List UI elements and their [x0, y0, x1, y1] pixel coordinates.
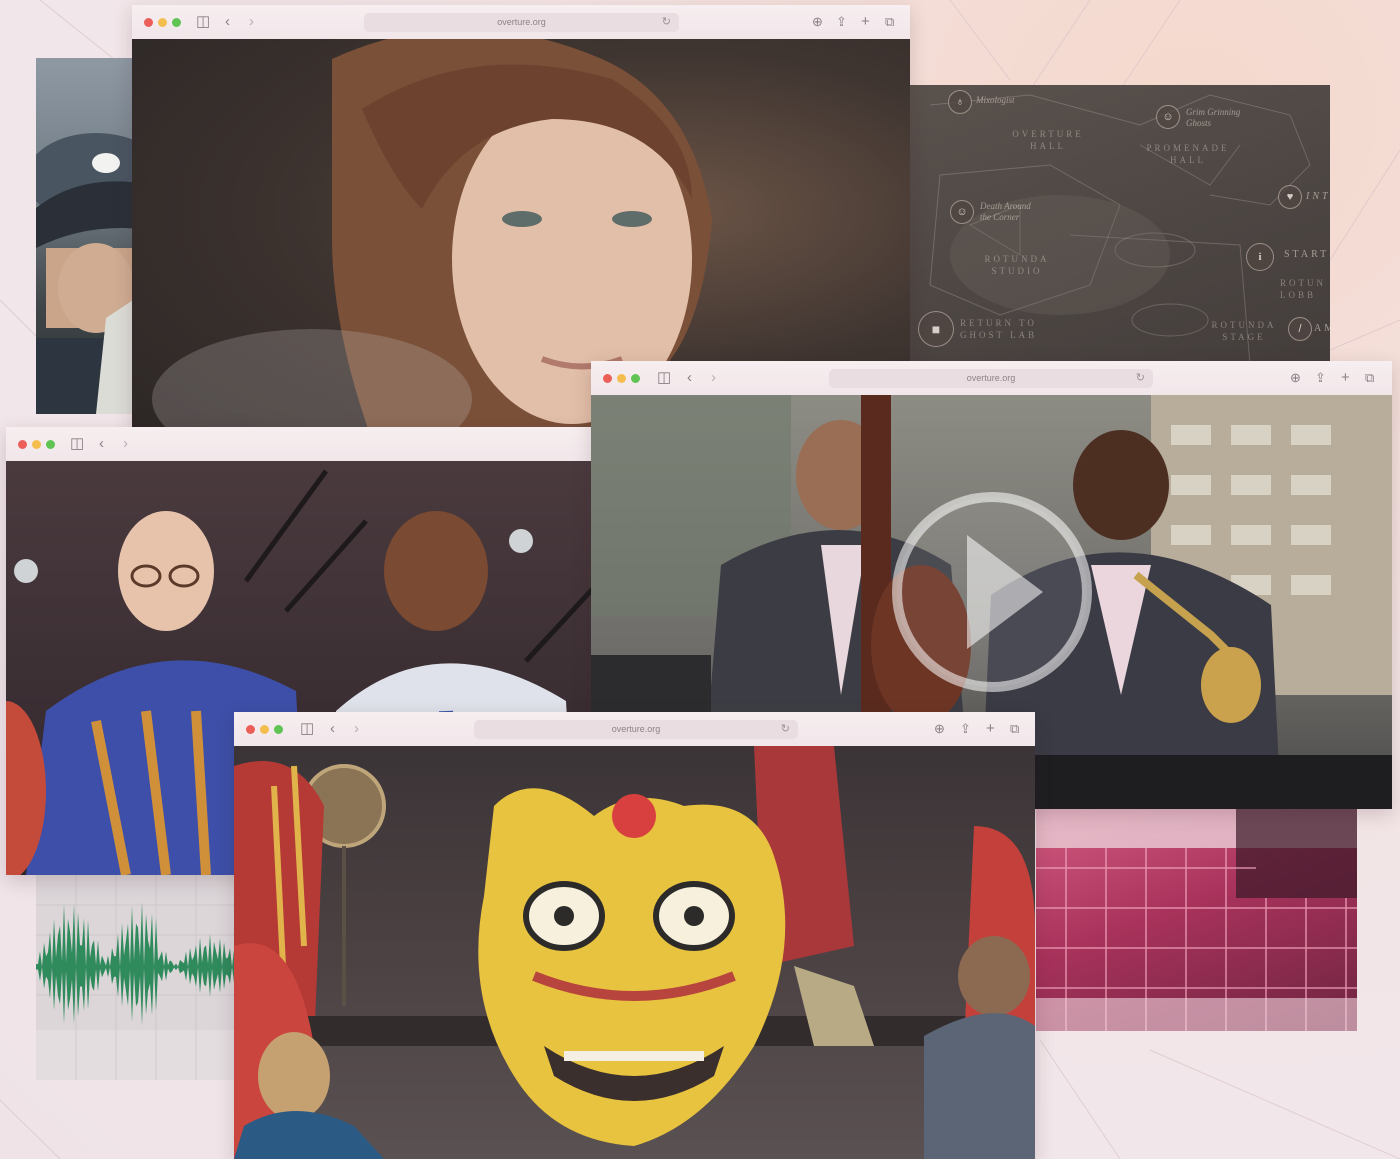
tabs-overview-icon[interactable]: ⧉	[1010, 720, 1019, 738]
back-icon[interactable]: ‹	[687, 369, 692, 387]
heart-icon[interactable]: ♥	[1278, 185, 1302, 209]
reload-icon[interactable]: ↻	[1136, 369, 1145, 388]
share-icon[interactable]: ⇪	[836, 13, 847, 31]
reload-icon[interactable]: ↻	[781, 720, 790, 739]
share-icon[interactable]: ⇪	[1315, 369, 1326, 387]
am-label: AM	[1314, 323, 1330, 334]
forward-icon[interactable]: ›	[354, 720, 359, 738]
audio-waveform-panel	[36, 875, 236, 1080]
new-tab-icon[interactable]: +	[861, 13, 870, 31]
return-ghost-lab-label[interactable]: RETURN TO GHOST LAB	[960, 317, 1050, 341]
forward-icon[interactable]: ›	[249, 13, 254, 31]
grim-ghosts-pin-icon[interactable]: ☺	[1156, 105, 1180, 129]
download-icon[interactable]: ⊕	[934, 720, 945, 738]
browser-toolbar: ◫ ‹ › overture.org ↻ ⊕ ⇪ + ⧉	[234, 712, 1035, 747]
back-icon[interactable]: ‹	[99, 435, 104, 453]
info-icon[interactable]: i	[1246, 243, 1274, 271]
share-icon[interactable]: ⇪	[960, 720, 971, 738]
tabs-overview-icon[interactable]: ⧉	[885, 13, 894, 31]
mixologist-label: Mixologist	[976, 95, 1015, 105]
browser-toolbar: ◫ ‹ ›	[6, 427, 600, 462]
forward-icon[interactable]: ›	[123, 435, 128, 453]
sidebar-toggle-icon[interactable]: ◫	[657, 369, 671, 387]
zoom-window-button[interactable]	[274, 725, 283, 734]
microphone-icon[interactable]: /	[1288, 317, 1312, 341]
zoom-window-button[interactable]	[172, 18, 181, 27]
address-bar[interactable]: overture.org ↻	[474, 720, 798, 739]
cowboy-photo	[36, 58, 136, 414]
death-around-corner-label: Death Around the Corner	[980, 201, 1031, 222]
rotunda-stage-label: ROTUNDA STAGE	[1211, 320, 1277, 342]
overture-hall-label: OVERTURE HALL	[1012, 129, 1084, 151]
building-photo	[1036, 808, 1357, 1031]
browser-toolbar: ◫ ‹ › overture.org ↻ ⊕ ⇪ + ⧉	[132, 5, 910, 40]
lion-dance-photo	[234, 746, 1035, 1159]
reload-icon[interactable]: ↻	[662, 13, 671, 32]
rotunda-lobby-label: ROTUN LOBB	[1280, 278, 1326, 300]
start-label[interactable]: START	[1284, 249, 1329, 260]
zoom-window-button[interactable]	[631, 374, 640, 383]
url-text: overture.org	[497, 17, 546, 27]
zoom-window-button[interactable]	[46, 440, 55, 449]
minimize-window-button[interactable]	[32, 440, 41, 449]
new-tab-icon[interactable]: +	[1341, 369, 1350, 387]
interactive-map-panel: ♁ Mixologist OVERTURE HALL ☺ Grim Grinni…	[910, 85, 1330, 365]
browser-toolbar: ◫ ‹ › overture.org ↻ ⊕ ⇪ + ⧉	[591, 361, 1392, 396]
sidebar-toggle-icon[interactable]: ◫	[196, 13, 210, 31]
close-window-button[interactable]	[603, 374, 612, 383]
download-icon[interactable]: ⊕	[812, 13, 823, 31]
address-bar[interactable]: overture.org ↻	[364, 13, 679, 32]
grim-grinning-ghosts-label: Grim Grinning Ghosts	[1186, 107, 1241, 128]
close-window-button[interactable]	[144, 18, 153, 27]
minimize-window-button[interactable]	[158, 18, 167, 27]
promenade-hall-label: PROMENADE HALL	[1146, 143, 1230, 165]
url-text: overture.org	[611, 724, 661, 734]
mixologist-pin-icon[interactable]: ♁	[948, 90, 972, 114]
intro-label: INTR	[1306, 191, 1330, 202]
new-tab-icon[interactable]: +	[986, 720, 995, 738]
rotunda-studio-label: ROTUNDA STUDIO	[984, 254, 1050, 276]
back-icon[interactable]: ‹	[225, 13, 230, 31]
lion-head	[478, 788, 786, 1146]
tabs-overview-icon[interactable]: ⧉	[1365, 369, 1374, 387]
browser-window-lion-dance: ◫ ‹ › overture.org ↻ ⊕ ⇪ + ⧉	[234, 712, 1035, 1159]
sidebar-toggle-icon[interactable]: ◫	[300, 720, 314, 738]
sidebar-toggle-icon[interactable]: ◫	[70, 435, 84, 453]
forward-icon[interactable]: ›	[711, 369, 716, 387]
death-corner-pin-icon[interactable]: ☺	[950, 200, 974, 224]
play-circle-icon[interactable]	[892, 492, 1092, 692]
address-bar[interactable]: overture.org ↻	[829, 369, 1153, 388]
download-icon[interactable]: ⊕	[1290, 369, 1301, 387]
minimize-window-button[interactable]	[617, 374, 626, 383]
close-window-button[interactable]	[18, 440, 27, 449]
url-text: overture.org	[966, 373, 1016, 383]
video-camera-icon[interactable]: ■	[918, 311, 954, 347]
minimize-window-button[interactable]	[260, 725, 269, 734]
close-window-button[interactable]	[246, 725, 255, 734]
back-icon[interactable]: ‹	[330, 720, 335, 738]
